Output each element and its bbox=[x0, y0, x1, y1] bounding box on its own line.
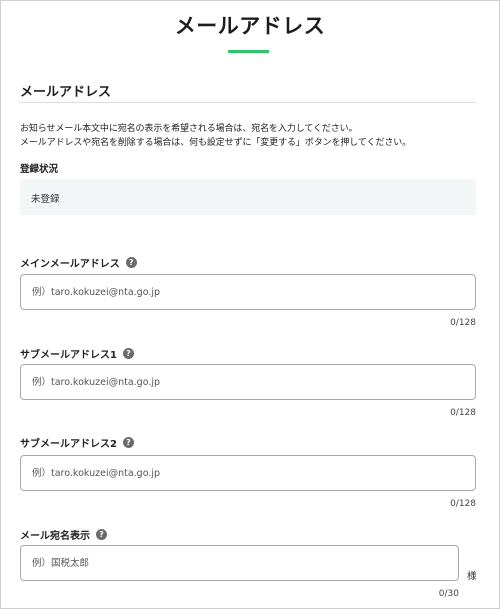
sub-email-1-label-text: サブメールアドレス1 bbox=[20, 350, 117, 361]
help-icon[interactable]: ? bbox=[96, 529, 107, 540]
main-email-label: メインメールアドレス ? bbox=[20, 255, 137, 270]
sub-email-2-counter: 0/128 bbox=[450, 499, 476, 509]
registration-status-label: 登録状況 bbox=[20, 164, 59, 175]
main-email-label-text: メインメールアドレス bbox=[20, 259, 120, 270]
mail-name-counter: 0/30 bbox=[438, 589, 459, 599]
sub-email-2-label: サブメールアドレス2 ? bbox=[20, 435, 134, 450]
title-accent-underline bbox=[228, 50, 269, 53]
page-title: メールアドレス bbox=[174, 14, 326, 38]
sub-email-1-counter: 0/128 bbox=[450, 408, 476, 418]
mail-name-input[interactable] bbox=[20, 545, 459, 581]
mail-name-label-text: メール宛名表示 bbox=[20, 531, 90, 542]
registration-status-box: 未登録 bbox=[20, 179, 476, 215]
help-icon[interactable]: ? bbox=[122, 348, 134, 359]
sub-email-2-label-text: サブメールアドレス2 bbox=[20, 439, 117, 450]
main-email-input[interactable] bbox=[20, 274, 476, 310]
sub-email-1-label: サブメールアドレス1 ? bbox=[20, 346, 134, 361]
section-divider bbox=[20, 102, 476, 103]
main-email-counter: 0/128 bbox=[450, 318, 476, 328]
help-icon[interactable]: ? bbox=[122, 437, 134, 448]
help-icon[interactable]: ? bbox=[125, 257, 137, 268]
mail-name-label: メール宛名表示 ? bbox=[20, 527, 107, 542]
sub-email-1-input[interactable] bbox=[20, 364, 476, 400]
description-line-2: メールアドレスや宛名を削除する場合は、何も設定せずに「変更する」ボタンを押してく… bbox=[20, 138, 412, 148]
honorific-suffix: 様 bbox=[467, 571, 477, 582]
section-heading: メールアドレス bbox=[20, 85, 112, 100]
sub-email-2-input[interactable] bbox=[20, 455, 476, 491]
registration-status-value: 未登録 bbox=[31, 194, 60, 205]
description-line-1: お知らせメール本文中に宛名の表示を希望される場合は、宛名を入力してください。 bbox=[20, 124, 358, 134]
